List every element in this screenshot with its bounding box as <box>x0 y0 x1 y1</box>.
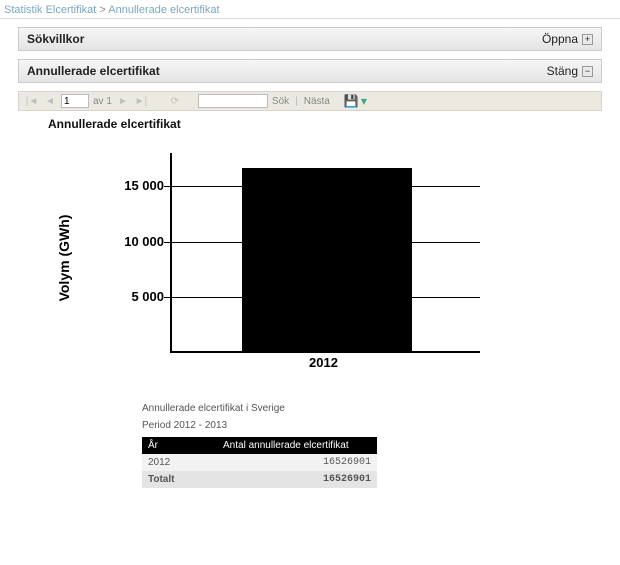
subreport: Annullerade elcertifikat i Sverige Perio… <box>142 403 620 488</box>
report-title: Annullerade elcertifikat <box>48 117 620 131</box>
search-input[interactable] <box>198 94 268 108</box>
expand-toggle[interactable]: Öppna + <box>542 32 593 46</box>
bar <box>242 168 413 351</box>
x-category-label: 2012 <box>309 355 338 370</box>
export-icon: 💾 <box>344 94 359 108</box>
refresh-icon[interactable]: ⟳ <box>168 94 182 108</box>
y-tick <box>164 242 172 243</box>
chart: Volym (GWh) 5 00010 00015 0002012 <box>0 143 620 373</box>
page-of-label: av 1 <box>93 96 112 107</box>
table-total-row: Totalt 16526901 <box>142 471 377 488</box>
breadcrumb-root-link[interactable]: Statistik Elcertifikat <box>4 4 96 16</box>
next-link[interactable]: Nästa <box>304 96 330 107</box>
minus-icon: − <box>582 66 593 77</box>
subreport-title: Annullerade elcertifikat i Sverige <box>142 403 620 414</box>
y-axis-label: Volym (GWh) <box>56 215 72 302</box>
collapse-toggle-label: Stäng <box>547 64 578 78</box>
last-page-icon[interactable]: ►| <box>134 94 148 108</box>
table-header-row: År Antal annullerade elcertifikat <box>142 437 377 454</box>
y-tick-label: 10 000 <box>112 234 164 249</box>
export-button[interactable]: 💾 ▾ <box>344 94 367 108</box>
table-total-value: 16526901 <box>217 471 377 488</box>
search-panel: Sökvillkor Öppna + <box>18 27 602 51</box>
breadcrumb-current-link[interactable]: Annullerade elcertifikat <box>108 4 219 16</box>
first-page-icon[interactable]: |◄ <box>25 94 39 108</box>
table-row: 2012 16526901 <box>142 454 377 471</box>
y-tick <box>164 186 172 187</box>
collapse-toggle[interactable]: Stäng − <box>547 64 593 78</box>
search-panel-title: Sökvillkor <box>27 32 84 46</box>
search-panel-header[interactable]: Sökvillkor Öppna + <box>18 27 602 51</box>
chevron-down-icon: ▾ <box>361 94 367 108</box>
data-table: År Antal annullerade elcertifikat 2012 1… <box>142 437 377 488</box>
expand-toggle-label: Öppna <box>542 32 578 46</box>
plus-icon: + <box>582 34 593 45</box>
report-panel-header[interactable]: Annullerade elcertifikat Stäng − <box>18 59 602 83</box>
toolbar-sep: | <box>295 96 298 107</box>
report-toolbar: |◄ ◄ av 1 ► ►| ⟳ Sök | Nästa 💾 ▾ <box>18 91 602 111</box>
search-link[interactable]: Sök <box>272 96 289 107</box>
subreport-period: Period 2012 - 2013 <box>142 420 620 431</box>
table-total-label: Totalt <box>142 471 217 488</box>
y-tick-label: 5 000 <box>112 289 164 304</box>
y-tick <box>164 297 172 298</box>
next-page-icon[interactable]: ► <box>116 94 130 108</box>
table-cell-value: 16526901 <box>217 454 377 471</box>
page-input[interactable] <box>61 94 89 108</box>
table-header-count: Antal annullerade elcertifikat <box>217 437 377 454</box>
table-header-year: År <box>142 437 217 454</box>
prev-page-icon[interactable]: ◄ <box>43 94 57 108</box>
y-tick-label: 15 000 <box>112 178 164 193</box>
chart-plot-area: 5 00010 00015 0002012 <box>170 153 480 353</box>
report-panel: Annullerade elcertifikat Stäng − <box>18 59 602 83</box>
table-cell-year: 2012 <box>142 454 217 471</box>
report-panel-title: Annullerade elcertifikat <box>27 64 160 78</box>
breadcrumb: Statistik Elcertifikat > Annullerade elc… <box>0 0 620 19</box>
breadcrumb-sep: > <box>99 4 105 16</box>
